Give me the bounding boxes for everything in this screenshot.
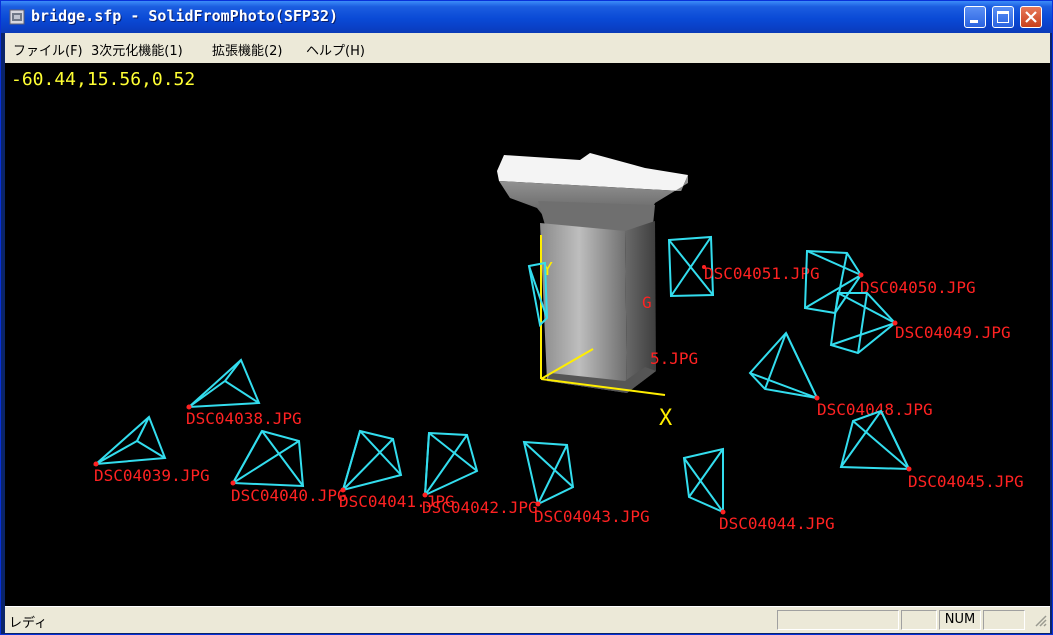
minimize-button[interactable] — [964, 6, 986, 28]
camera-label: DSC04040.JPG — [231, 486, 347, 505]
camera-frustum-dsc04038[interactable] — [186, 358, 261, 410]
camera-label: DSC04044.JPG — [719, 514, 835, 533]
camera-label: DSC04039.JPG — [94, 466, 210, 485]
camera-label: DSC04043.JPG — [534, 507, 650, 526]
status-panel — [901, 610, 937, 630]
resize-grip-icon[interactable] — [1033, 613, 1047, 627]
camera-label: DSC04050.JPG — [860, 278, 976, 297]
3d-viewport[interactable]: -60.44,15.56,0.52 Y X G 5.JPG DSC04051.J… — [5, 63, 1050, 606]
camera-frustum-dsc04044[interactable] — [682, 447, 726, 515]
camera-frustum-dsc04048[interactable] — [748, 331, 820, 401]
scene-canvas: Y X G 5.JPG DSC04051.JPG DSC04050.JPG DS… — [93, 153, 1024, 533]
title-bar[interactable]: bridge.sfp - SolidFromPhoto(SFP32) — [1, 1, 1052, 33]
menu-help[interactable]: ヘルプ(H) — [306, 40, 365, 59]
minimize-icon — [970, 20, 978, 23]
camera-label: DSC04051.JPG — [704, 264, 820, 283]
menu-bar: ファイル(F) 3次元化機能(1) 拡張機能(2) ヘルプ(H) — [5, 33, 1050, 63]
camera-label-partial: G — [642, 293, 652, 312]
status-panel — [983, 610, 1025, 630]
maximize-icon — [997, 11, 1009, 23]
x-axis-label: X — [659, 406, 673, 431]
camera-frustum-dsc04043[interactable] — [522, 440, 575, 507]
camera-label: DSC04045.JPG — [908, 472, 1024, 491]
camera-label: DSC04048.JPG — [817, 400, 933, 419]
menu-3d[interactable]: 3次元化機能(1) — [91, 40, 183, 59]
menu-file[interactable]: ファイル(F) — [13, 40, 83, 59]
status-bar: レディ NUM — [5, 606, 1050, 633]
num-lock-indicator: NUM — [939, 610, 981, 630]
menu-extension[interactable]: 拡張機能(2) — [212, 40, 282, 59]
status-text: レディ — [9, 616, 48, 631]
camera-frustum-dsc04049[interactable] — [829, 292, 898, 355]
maximize-button[interactable] — [992, 6, 1014, 28]
close-button[interactable] — [1020, 6, 1042, 28]
camera-label: DSC04038.JPG — [186, 409, 302, 428]
y-axis-label: Y — [542, 259, 553, 280]
camera-frustum-dsc04042[interactable] — [422, 431, 479, 498]
camera-frustum-dsc04039[interactable] — [93, 415, 167, 467]
close-icon — [1025, 11, 1037, 23]
status-panel — [777, 610, 899, 630]
camera-label: DSC04049.JPG — [895, 323, 1011, 342]
camera-label-partial: 5.JPG — [650, 349, 698, 368]
camera-frustum-dsc04045[interactable] — [839, 409, 912, 472]
camera-frustum-dsc04041[interactable] — [340, 429, 403, 493]
camera-label: DSC04041.JPG — [339, 492, 455, 511]
app-icon[interactable] — [9, 9, 25, 25]
window-title: bridge.sfp - SolidFromPhoto(SFP32) — [31, 7, 339, 25]
camera-frustum-dsc04040[interactable] — [230, 429, 305, 488]
app-window: bridge.sfp - SolidFromPhoto(SFP32) ファイル(… — [0, 0, 1053, 635]
